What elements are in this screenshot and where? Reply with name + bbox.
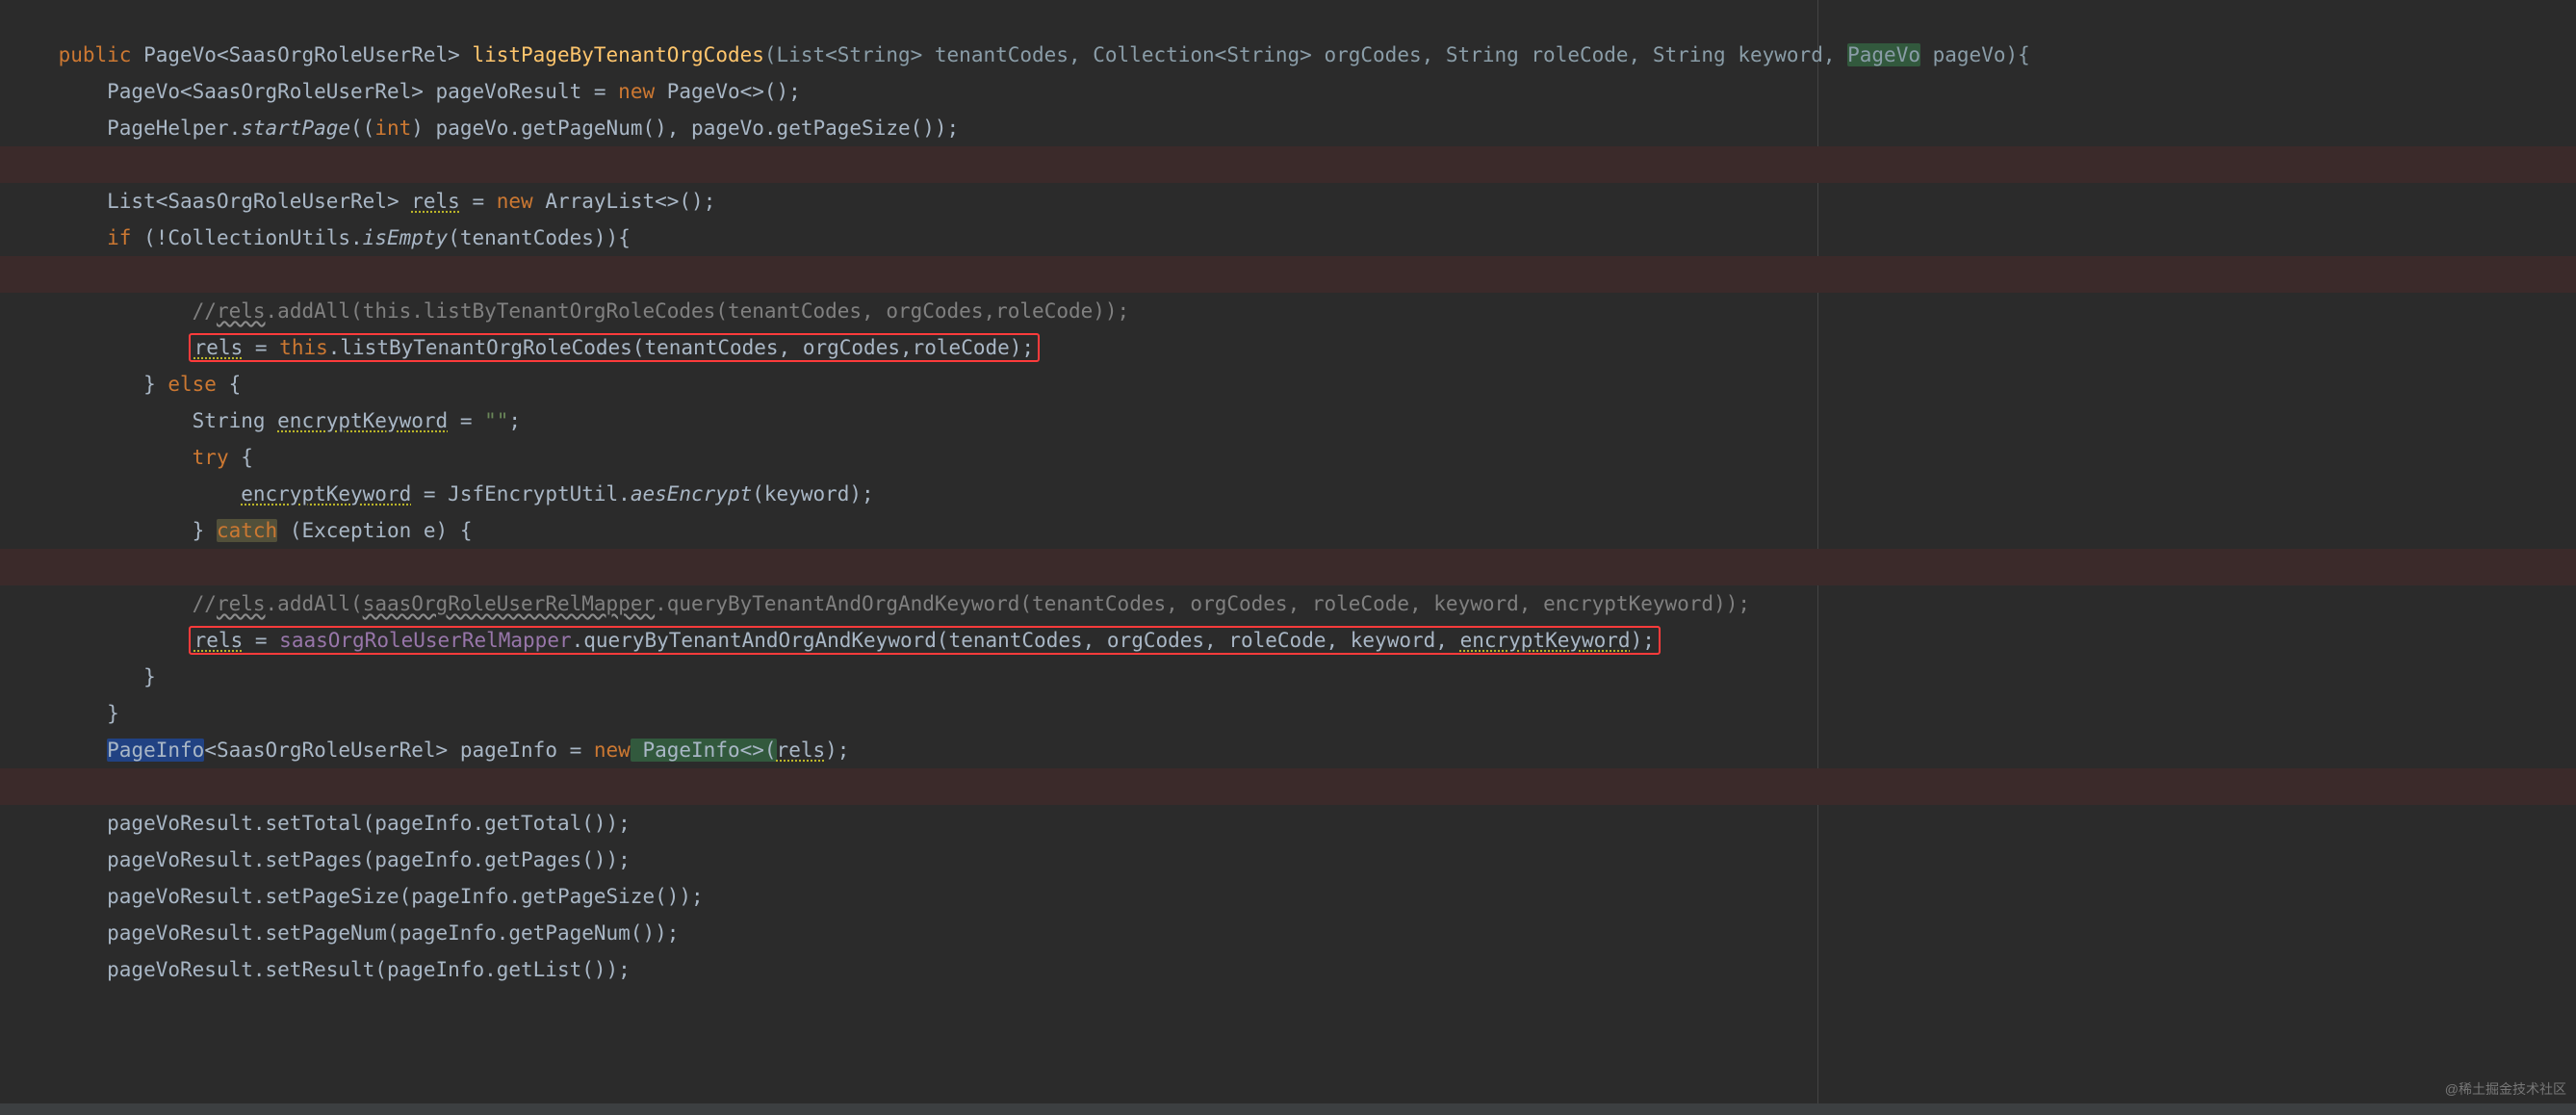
code-line[interactable]: pageVoResult.setPages(pageInfo.getPages(…: [0, 805, 2576, 842]
blank-line[interactable]: [0, 732, 2576, 768]
horizontal-scrollbar[interactable]: [0, 1103, 2576, 1115]
code-line-highlighted[interactable]: rels = saasOrgRoleUserRelMapper.queryByT…: [0, 585, 2576, 622]
code-editor[interactable]: public PageVo<SaasOrgRoleUserRel> listPa…: [0, 0, 2576, 1115]
code-line[interactable]: }: [0, 622, 2576, 659]
code-line[interactable]: }: [0, 512, 2576, 549]
code-line-comment[interactable]: //rels.addAll(this.listByTenantOrgRoleCo…: [0, 256, 2576, 293]
code-line[interactable]: encryptKeyword = JsfEncryptUtil.aesEncry…: [0, 439, 2576, 476]
blank-line[interactable]: [0, 110, 2576, 146]
code-line[interactable]: PageHelper.startPage((int) pageVo.getPag…: [0, 73, 2576, 110]
code-line[interactable]: pageVoResult.setResult(pageInfo.getList(…: [0, 915, 2576, 951]
code-line[interactable]: pageVoResult.setPageSize(pageInfo.getPag…: [0, 842, 2576, 878]
code-line[interactable]: } else {: [0, 329, 2576, 366]
code-line[interactable]: } catch (Exception e) {: [0, 476, 2576, 512]
code-line-highlighted[interactable]: rels = this.listByTenantOrgRoleCodes(ten…: [0, 293, 2576, 329]
text: pageVoResult.setResult(pageInfo.getList(…: [59, 958, 631, 981]
code-line-comment[interactable]: //rels.addAll(saasOrgRoleUserRelMapper.q…: [0, 549, 2576, 585]
code-line[interactable]: String encryptKeyword = "";: [0, 366, 2576, 402]
code-line[interactable]: pageVoResult.setTotal(pageInfo.getTotal(…: [0, 768, 2576, 805]
code-line[interactable]: if (!CollectionUtils.isEmpty(tenantCodes…: [0, 183, 2576, 220]
code-line[interactable]: List<SaasOrgRoleUserRel> rels = new Arra…: [0, 146, 2576, 183]
code-line[interactable]: if (StringUtils.isBlank(keyword)){: [0, 220, 2576, 256]
code-line[interactable]: }: [0, 659, 2576, 695]
code-line[interactable]: pageVoResult.setPageNum(pageInfo.getPage…: [0, 878, 2576, 915]
watermark: @稀土掘金技术社区: [2445, 1071, 2566, 1107]
code-line[interactable]: PageVo<SaasOrgRoleUserRel> pageVoResult …: [0, 37, 2576, 73]
code-line[interactable]: try {: [0, 402, 2576, 439]
code-line[interactable]: PageInfo<SaasOrgRoleUserRel> pageInfo = …: [0, 695, 2576, 732]
code-line[interactable]: public PageVo<SaasOrgRoleUserRel> listPa…: [0, 0, 2576, 37]
